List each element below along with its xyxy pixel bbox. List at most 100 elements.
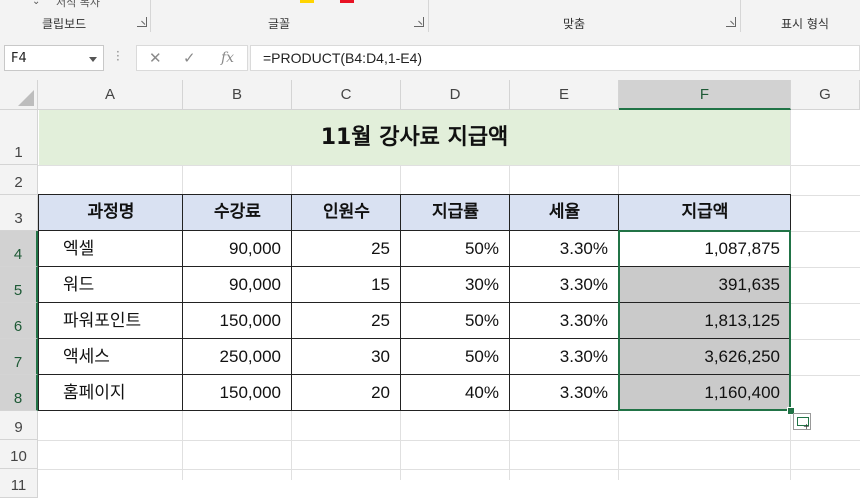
- row-header-4[interactable]: 4: [0, 231, 38, 267]
- cell-b6[interactable]: 150,000: [183, 303, 292, 339]
- more-options-icon[interactable]: · · ·: [116, 46, 120, 66]
- header-payment[interactable]: 지급액: [619, 195, 791, 231]
- check-icon[interactable]: ✓: [183, 49, 196, 67]
- column-header-d[interactable]: D: [401, 80, 510, 110]
- formula-text: =PRODUCT(B4:D4,1-E4): [263, 50, 423, 66]
- gridline: [509, 165, 510, 195]
- header-count[interactable]: 인원수: [292, 195, 401, 231]
- cell-d6[interactable]: 50%: [401, 303, 510, 339]
- column-header-e[interactable]: E: [510, 80, 619, 110]
- cell-a5[interactable]: 워드: [39, 267, 183, 303]
- row-header-2[interactable]: 2: [0, 165, 38, 195]
- worksheet-grid[interactable]: A B C D E F G 1 2 3 4 5 6 7 8 9 10 11 11…: [0, 80, 860, 498]
- column-header-f[interactable]: F: [619, 80, 791, 110]
- cell-e8[interactable]: 3.30%: [510, 375, 619, 411]
- gridline: [291, 165, 292, 195]
- cell-b8[interactable]: 150,000: [183, 375, 292, 411]
- row-header-5[interactable]: 5: [0, 267, 38, 303]
- quick-analysis-icon[interactable]: +: [793, 413, 811, 431]
- row-header-1[interactable]: 1: [0, 110, 38, 165]
- font-color-swatch[interactable]: [340, 0, 354, 3]
- cell-a6[interactable]: 파워포인트: [39, 303, 183, 339]
- gridline: [182, 411, 183, 480]
- sheet-title[interactable]: 11월 강사료 지급액: [39, 110, 790, 165]
- row-header-3[interactable]: 3: [0, 195, 38, 231]
- table-border: [182, 194, 183, 411]
- selection-outline: [618, 230, 791, 411]
- table-border: [509, 194, 510, 411]
- cell-d5[interactable]: 30%: [401, 267, 510, 303]
- formula-bar: F4 · · · ✕ ✓ fx =PRODUCT(B4:D4,1-E4): [0, 36, 860, 80]
- name-box[interactable]: F4: [4, 45, 104, 71]
- alignment-launcher-icon[interactable]: [726, 17, 736, 27]
- column-header-g[interactable]: G: [791, 80, 860, 110]
- group-clipboard-label: 클립보드: [42, 17, 87, 31]
- chevron-down-icon[interactable]: [89, 57, 97, 62]
- gridline: [400, 165, 401, 195]
- cell-e5[interactable]: 3.30%: [510, 267, 619, 303]
- cell-c4[interactable]: 25: [292, 231, 401, 267]
- formula-buttons: ✕ ✓ fx: [136, 45, 248, 71]
- cell-b7[interactable]: 250,000: [183, 339, 292, 375]
- group-font-label: 글꼴: [268, 17, 291, 31]
- gridline: [400, 411, 401, 480]
- gridline: [509, 411, 510, 480]
- gridline: [790, 303, 860, 304]
- row-header-6[interactable]: 6: [0, 303, 38, 339]
- column-header-c[interactable]: C: [292, 80, 401, 110]
- cell-d7[interactable]: 50%: [401, 339, 510, 375]
- header-tax[interactable]: 세율: [510, 195, 619, 231]
- cell-d8[interactable]: 40%: [401, 375, 510, 411]
- cell-d4[interactable]: 50%: [401, 231, 510, 267]
- cell-b4[interactable]: 90,000: [183, 231, 292, 267]
- column-header-a[interactable]: A: [38, 80, 183, 110]
- group-number-label: 표시 형식: [781, 17, 829, 31]
- cell-c7[interactable]: 30: [292, 339, 401, 375]
- gridline: [618, 165, 619, 195]
- header-course[interactable]: 과정명: [39, 195, 183, 231]
- cell-c5[interactable]: 15: [292, 267, 401, 303]
- formula-input[interactable]: =PRODUCT(B4:D4,1-E4): [250, 45, 860, 71]
- gridline: [182, 165, 183, 195]
- cell-c8[interactable]: 20: [292, 375, 401, 411]
- gridline: [38, 165, 860, 166]
- column-header-b[interactable]: B: [183, 80, 292, 110]
- x-icon[interactable]: ✕: [149, 49, 162, 67]
- row-header-11[interactable]: 11: [0, 469, 38, 498]
- gridline: [291, 411, 292, 480]
- table-border: [400, 194, 401, 411]
- row-header-9[interactable]: 9: [0, 411, 38, 440]
- cell-a4[interactable]: 엑셀: [39, 231, 183, 267]
- select-all-button[interactable]: [0, 80, 38, 110]
- table-border: [38, 194, 39, 411]
- cell-e7[interactable]: 3.30%: [510, 339, 619, 375]
- highlight-color-swatch[interactable]: [300, 0, 314, 3]
- header-fee[interactable]: 수강료: [183, 195, 292, 231]
- cell-a8[interactable]: 홈페이지: [39, 375, 183, 411]
- font-launcher-icon[interactable]: [414, 17, 424, 27]
- row-header-10[interactable]: 10: [0, 440, 38, 469]
- cell-c6[interactable]: 25: [292, 303, 401, 339]
- chevron-down-icon[interactable]: ⌄: [32, 0, 40, 7]
- ribbon: ⌄ 서식 복사 클립보드 글꼴 맞춤 표시 형식: [0, 0, 860, 37]
- gridline: [790, 267, 860, 268]
- fx-icon[interactable]: fx: [221, 50, 234, 66]
- header-rate[interactable]: 지급률: [401, 195, 510, 231]
- cell-e4[interactable]: 3.30%: [510, 231, 619, 267]
- gridline: [38, 469, 860, 470]
- group-separator: [740, 0, 741, 32]
- row-header-8[interactable]: 8: [0, 375, 38, 411]
- format-painter-label[interactable]: 서식 복사: [56, 0, 100, 10]
- group-separator: [150, 0, 151, 32]
- gridline: [618, 411, 619, 480]
- cell-e6[interactable]: 3.30%: [510, 303, 619, 339]
- gridline: [790, 231, 860, 232]
- row-header-7[interactable]: 7: [0, 339, 38, 375]
- name-box-value: F4: [11, 51, 27, 66]
- table-border: [291, 194, 292, 411]
- gridline: [38, 440, 860, 441]
- clipboard-launcher-icon[interactable]: [137, 17, 147, 27]
- cell-a7[interactable]: 액세스: [39, 339, 183, 375]
- cell-b5[interactable]: 90,000: [183, 267, 292, 303]
- gridline: [790, 339, 860, 340]
